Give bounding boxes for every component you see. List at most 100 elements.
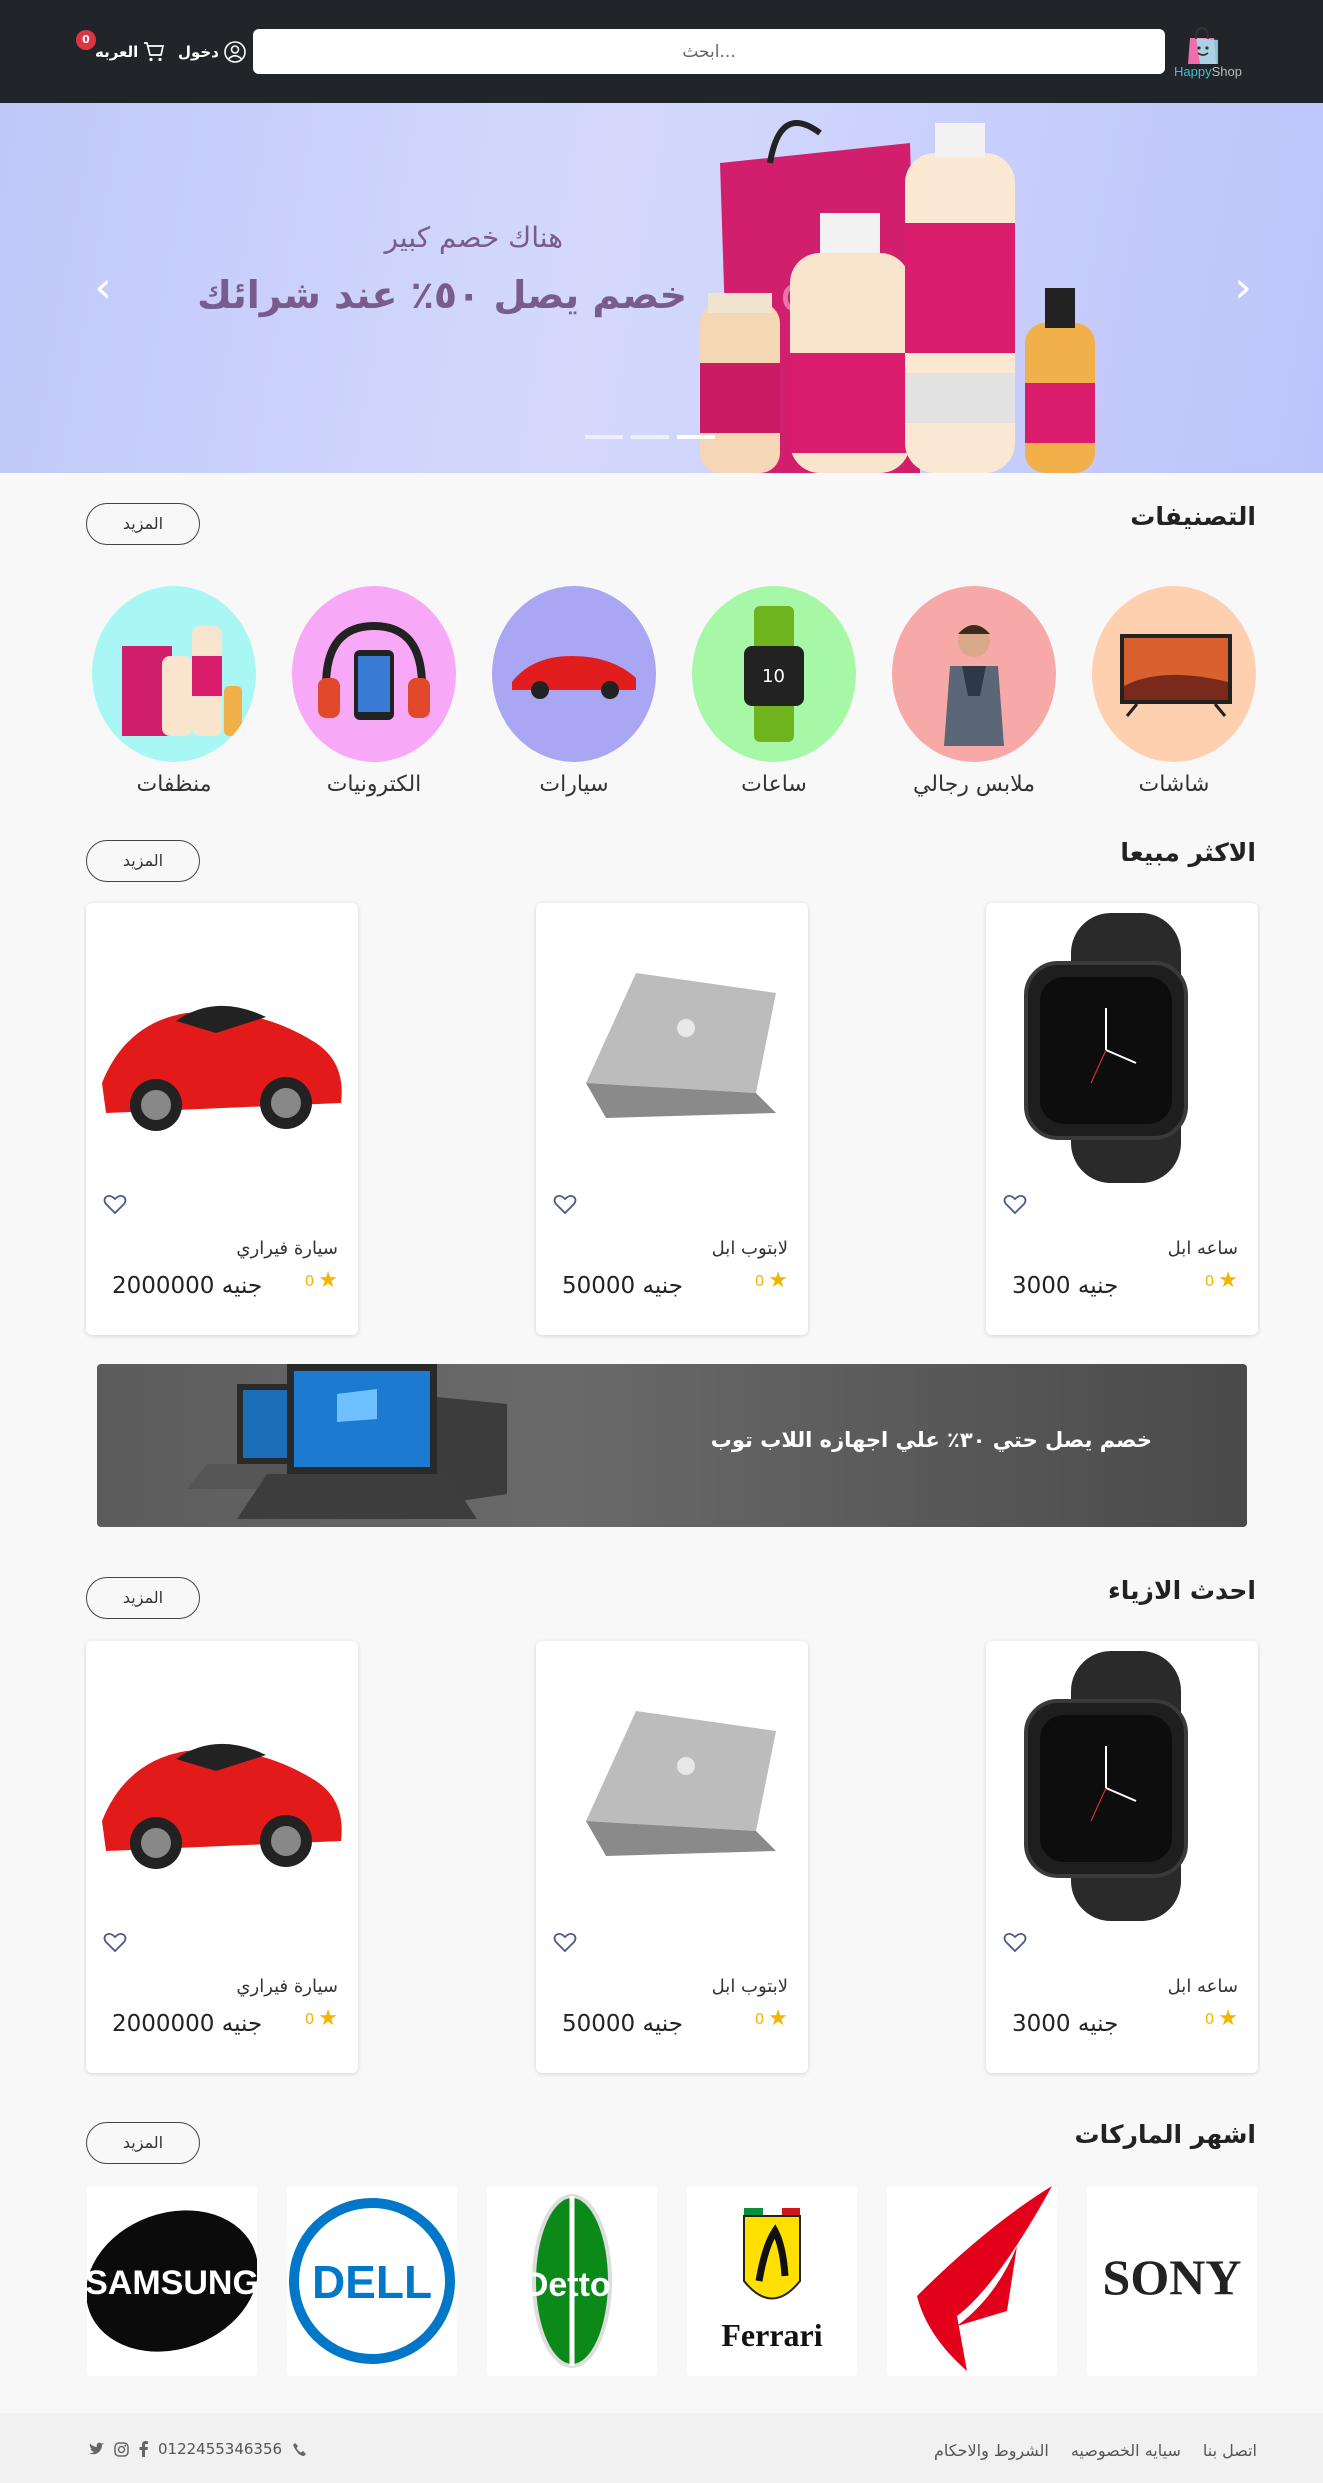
carousel-dot[interactable]	[631, 435, 669, 439]
category-label: شاشات	[1138, 772, 1210, 797]
carousel-dot-active[interactable]	[677, 435, 715, 439]
categories-title: التصنيفات	[1130, 502, 1256, 531]
product-rating: 0 ★	[1205, 1268, 1238, 1293]
twitter-icon[interactable]	[88, 2442, 104, 2456]
category-cleaners[interactable]: منظفات	[92, 586, 256, 797]
product-name[interactable]: لابتوب ابل	[712, 1976, 788, 1997]
ferrari-logo: Ferrari	[721, 2208, 823, 2353]
rating-count: 0	[754, 2009, 765, 2028]
product-name[interactable]: لابتوب ابل	[712, 1238, 788, 1259]
product-card[interactable]: لابتوب ابل 0 ★ جنيه 50000	[536, 1641, 808, 2073]
login-button[interactable]: دخول	[178, 38, 247, 66]
dettol-logo: Dettol	[524, 2194, 620, 2368]
category-watches-image: 10	[692, 586, 856, 762]
categories-more-button[interactable]: المزيد	[86, 503, 200, 545]
star-icon: ★	[318, 1268, 338, 1293]
price-value: 2000000	[112, 1273, 215, 1299]
footer-link-terms[interactable]: الشروط والاحكام	[934, 2441, 1049, 2460]
category-cars[interactable]: سيارات	[492, 586, 656, 797]
watch-image	[1024, 1651, 1188, 1921]
svg-text:DELL: DELL	[312, 2256, 432, 2308]
promo-text: خصم يصل حتي ٣٠٪ علي اجهازه اللاب توب	[710, 1428, 1152, 1452]
price-currency: جنيه	[642, 1273, 683, 1299]
category-electronics[interactable]: الكترونيات	[292, 586, 456, 797]
footer-link-privacy[interactable]: سيايه الخصوصيه	[1071, 2441, 1181, 2460]
car-image	[102, 1005, 342, 1131]
category-screens-image	[1092, 586, 1256, 762]
category-label: منظفات	[136, 772, 212, 797]
product-card[interactable]: سيارة فيراري 0 ★ جنيه 2000000	[86, 1641, 358, 2073]
brand-name-part2: Shop	[1211, 64, 1242, 79]
category-cleaners-image	[92, 586, 256, 762]
price-value: 3000	[1012, 2011, 1071, 2037]
brand-ferrari[interactable]: Ferrari	[687, 2186, 857, 2376]
product-card[interactable]: سيارة فيراري 0 ★ جنيه 2000000	[86, 903, 358, 1335]
login-label: دخول	[178, 43, 219, 61]
laptop-image	[586, 1711, 776, 1856]
user-icon	[224, 41, 246, 63]
star-icon: ★	[768, 2006, 788, 2031]
product-card[interactable]: لابتوب ابل 0 ★ جنيه 50000	[536, 903, 808, 1335]
brand-dettol[interactable]: Dettol	[487, 2186, 657, 2376]
category-label: سيارات	[539, 772, 609, 797]
category-mens-clothes-image	[892, 586, 1056, 762]
laptop-image	[586, 973, 776, 1118]
cart-button[interactable]: العربه	[95, 38, 166, 66]
favorite-heart-icon[interactable]	[553, 1931, 577, 1953]
favorite-heart-icon[interactable]	[1003, 1193, 1027, 1215]
product-rating: 0 ★	[755, 2006, 788, 2031]
favorite-heart-icon[interactable]	[103, 1931, 127, 1953]
site-logo[interactable]: HappyShop	[1170, 20, 1242, 82]
instagram-icon[interactable]	[114, 2441, 129, 2457]
best-sellers-more-button[interactable]: المزيد	[86, 840, 200, 882]
phone-number: 0122455346356	[158, 2440, 283, 2458]
product-card[interactable]: ساعه ابل 0 ★ جنيه 3000	[986, 903, 1258, 1335]
carousel-next-arrow-icon[interactable]: ›	[1228, 263, 1258, 313]
brand-dell[interactable]: DELL	[287, 2186, 457, 2376]
rog-logo	[917, 2186, 1052, 2371]
top-navbar: HappyShop دخول العربه 0	[0, 0, 1323, 103]
product-name[interactable]: ساعه ابل	[1168, 1976, 1238, 1997]
footer-contact: 0122455346356	[88, 2440, 307, 2458]
favorite-heart-icon[interactable]	[1003, 1931, 1027, 1953]
category-label: ملابس رجالي	[912, 772, 1036, 797]
footer: الشروط والاحكام سيايه الخصوصيه اتصل بنا …	[0, 2413, 1323, 2483]
hero-carousel: ∞ هناك خصم كبير خصم يصل ٥٠٪ عند شرائك ‹ …	[0, 103, 1323, 473]
search-input[interactable]	[253, 29, 1165, 74]
product-price: جنيه 3000	[1012, 1273, 1118, 1299]
product-price: جنيه 50000	[562, 2011, 683, 2037]
carousel-prev-arrow-icon[interactable]: ‹	[88, 263, 118, 313]
laptop-promo-banner[interactable]: خصم يصل حتي ٣٠٪ علي اجهازه اللاب توب	[97, 1364, 1247, 1527]
carousel-dot[interactable]	[585, 435, 623, 439]
footer-links: الشروط والاحكام سيايه الخصوصيه اتصل بنا	[934, 2441, 1257, 2460]
star-icon: ★	[1218, 1268, 1238, 1293]
product-name[interactable]: سيارة فيراري	[236, 1976, 338, 1997]
rating-count: 0	[304, 1271, 315, 1290]
hero-subtitle: هناك خصم كبير	[384, 221, 563, 254]
svg-text:SAMSUNG: SAMSUNG	[87, 2264, 257, 2302]
brand-sony[interactable]: SONY	[1087, 2186, 1257, 2376]
car-image	[102, 1743, 342, 1869]
product-name[interactable]: سيارة فيراري	[236, 1238, 338, 1259]
category-mens-clothes[interactable]: ملابس رجالي	[892, 586, 1056, 797]
product-name[interactable]: ساعه ابل	[1168, 1238, 1238, 1259]
price-currency: جنيه	[1077, 1273, 1119, 1299]
facebook-icon[interactable]	[139, 2441, 148, 2457]
price-value: 50000	[562, 1273, 636, 1299]
sony-logo: SONY	[1103, 2249, 1242, 2305]
product-card[interactable]: ساعه ابل 0 ★ جنيه 3000	[986, 1641, 1258, 2073]
category-label: ساعات	[741, 772, 807, 797]
star-icon: ★	[768, 1268, 788, 1293]
brand-samsung[interactable]: SAMSUNG	[87, 2186, 257, 2376]
category-screens[interactable]: شاشات	[1092, 586, 1256, 797]
carousel-indicators	[585, 435, 715, 439]
latest-fashion-more-button[interactable]: المزيد	[86, 1577, 200, 1619]
dell-logo: DELL	[289, 2198, 455, 2364]
category-watches[interactable]: 10 ساعات	[692, 586, 856, 797]
footer-link-contact[interactable]: اتصل بنا	[1203, 2441, 1257, 2460]
favorite-heart-icon[interactable]	[103, 1193, 127, 1215]
price-currency: جنيه	[221, 2011, 263, 2037]
favorite-heart-icon[interactable]	[553, 1193, 577, 1215]
brand-rog[interactable]	[887, 2186, 1057, 2376]
brands-more-button[interactable]: المزيد	[86, 2122, 200, 2164]
